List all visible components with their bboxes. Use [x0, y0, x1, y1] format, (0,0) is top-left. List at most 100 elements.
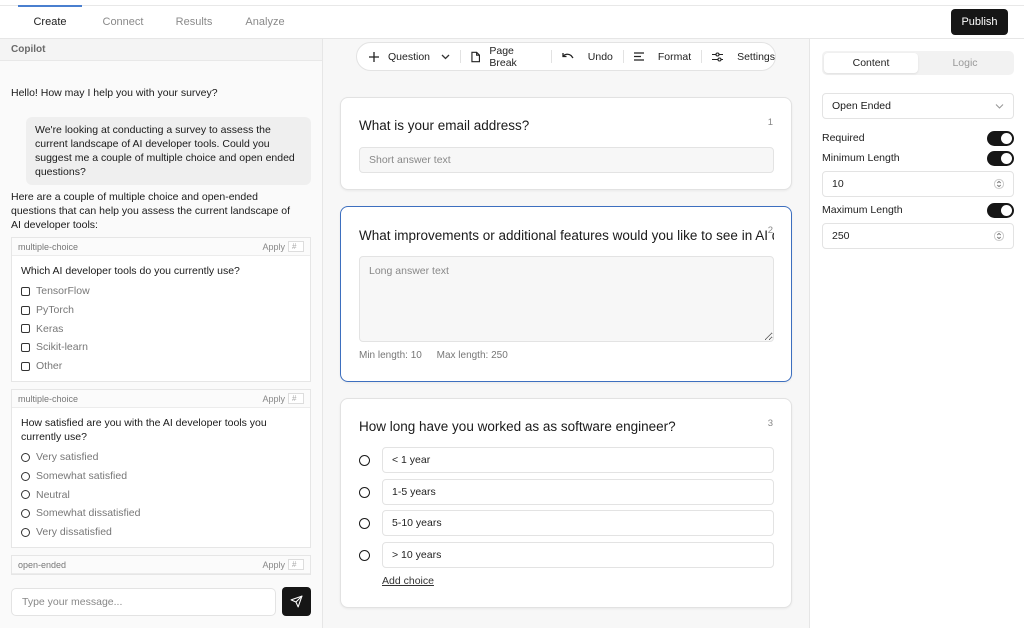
copilot-title: Copilot	[0, 39, 322, 61]
add-choice-link[interactable]: Add choice	[382, 575, 434, 587]
tab-results[interactable]: Results	[160, 6, 228, 39]
format-button[interactable]: Format	[633, 43, 692, 70]
choice-input[interactable]	[382, 447, 774, 473]
checkbox-icon	[21, 361, 30, 371]
chevron-down-icon	[995, 104, 1004, 109]
required-toggle[interactable]	[987, 131, 1014, 146]
question-title[interactable]: How long have you worked as as software …	[359, 419, 676, 434]
undo-button[interactable]: Undo	[562, 43, 613, 70]
divider	[550, 50, 552, 63]
question-title[interactable]: What improvements or additional features…	[359, 228, 774, 243]
suggestion-question: How satisfied are you with the AI develo…	[21, 417, 267, 443]
suggestion-question: Which AI developer tools do you currentl…	[21, 265, 240, 277]
max-length-label: Maximum Length	[822, 204, 903, 216]
radio-icon	[21, 452, 30, 462]
option-label: Scikit-learn	[36, 341, 88, 354]
radio-icon[interactable]	[359, 549, 370, 561]
sliders-icon	[712, 51, 724, 62]
survey-canvas: Question Page Break Undo Format Settings…	[323, 39, 809, 628]
settings-button[interactable]: Settings	[712, 43, 775, 70]
bot-greeting: Hello! How may I help you with your surv…	[11, 87, 218, 99]
radio-icon[interactable]	[359, 486, 370, 498]
chevron-down-icon	[441, 54, 450, 59]
choice-input[interactable]	[382, 542, 774, 568]
bot-reply: Here are a couple of multiple choice and…	[11, 191, 291, 231]
choice-row	[359, 447, 774, 473]
choice-row	[359, 542, 774, 568]
max-length-toggle[interactable]	[987, 203, 1014, 218]
tab-logic[interactable]: Logic	[918, 53, 1012, 73]
choice-input[interactable]	[382, 479, 774, 505]
suggestion-option: Neutral	[21, 485, 301, 504]
stepper-icon[interactable]	[994, 178, 1004, 190]
question-card[interactable]: How long have you worked as as software …	[340, 398, 792, 608]
max-length-input[interactable]	[822, 223, 1014, 249]
radio-icon[interactable]	[359, 454, 370, 466]
apply-button[interactable]: Apply	[262, 394, 285, 404]
required-label: Required	[822, 132, 865, 144]
chat-history[interactable]: Hello! How may I help you with your surv…	[0, 62, 322, 576]
tab-create[interactable]: Create	[18, 5, 82, 39]
divider	[701, 50, 703, 63]
question-number: 1	[767, 117, 773, 128]
apply-button[interactable]: Apply	[262, 560, 285, 570]
message-input[interactable]	[11, 588, 276, 616]
radio-icon	[21, 490, 30, 500]
send-icon	[290, 595, 303, 608]
question-title[interactable]: What is your email address?	[359, 118, 529, 133]
short-answer-input[interactable]	[359, 147, 774, 173]
length-limits: Min length: 10 Max length: 250	[359, 350, 520, 361]
radio-icon[interactable]	[359, 517, 370, 529]
question-type-select[interactable]: Open Ended	[822, 93, 1014, 119]
choice-input[interactable]	[382, 510, 774, 536]
divider	[622, 50, 624, 63]
question-card-selected[interactable]: What improvements or additional features…	[340, 206, 792, 382]
suggestion-type: open-ended	[18, 559, 67, 570]
stepper-icon[interactable]	[994, 230, 1004, 242]
min-length-toggle[interactable]	[987, 151, 1014, 166]
tab-analyze[interactable]: Analyze	[229, 6, 301, 39]
long-answer-input[interactable]	[359, 256, 774, 342]
suggestion-option: PyTorch	[21, 301, 301, 320]
min-length-label: Minimum Length	[822, 152, 900, 164]
tab-content[interactable]: Content	[824, 53, 918, 73]
min-length-input[interactable]	[822, 171, 1014, 197]
choice-row	[359, 479, 774, 505]
radio-icon	[21, 508, 30, 518]
question-card[interactable]: What is your email address? 1	[340, 97, 792, 190]
page-break-button[interactable]: Page Break	[471, 43, 541, 70]
format-label: Format	[657, 50, 692, 63]
add-question-button[interactable]: Question	[369, 43, 450, 70]
option-label: Very satisfied	[36, 451, 99, 464]
question-number: 3	[767, 418, 773, 429]
option-label: Somewhat satisfied	[36, 470, 128, 483]
page-break-label: Page Break	[489, 44, 517, 69]
choice-row	[359, 510, 774, 536]
align-left-icon	[633, 52, 644, 61]
undo-label: Undo	[587, 50, 613, 63]
max-length-label: Max length: 250	[436, 350, 508, 361]
message-composer	[0, 576, 322, 628]
tab-connect[interactable]: Connect	[87, 6, 159, 39]
apply-button[interactable]: Apply	[262, 242, 285, 252]
suggestion-card: multiple-choice Apply # Which AI develop…	[11, 237, 311, 383]
send-button[interactable]	[282, 587, 311, 616]
settings-label: Settings	[737, 50, 776, 63]
suggestion-header: multiple-choice Apply #	[12, 390, 310, 408]
suggestion-type: multiple-choice	[18, 393, 79, 404]
position-input[interactable]: #	[288, 241, 304, 252]
suggestion-option: Very satisfied	[21, 448, 301, 467]
suggestion-header: open-ended Apply #	[12, 556, 310, 574]
position-input[interactable]: #	[288, 393, 304, 404]
suggestion-option: Scikit-learn	[21, 338, 301, 357]
option-label: TensorFlow	[36, 285, 90, 298]
position-input[interactable]: #	[288, 559, 304, 570]
suggestion-type: multiple-choice	[18, 241, 79, 252]
suggestion-option: Somewhat dissatisfied	[21, 504, 301, 523]
checkbox-icon	[21, 324, 30, 334]
builder-toolbar: Question Page Break Undo Format Settings	[356, 42, 776, 71]
question-label: Question	[388, 50, 431, 63]
checkbox-icon	[21, 305, 30, 315]
suggestion-card: multiple-choice Apply # How satisfied ar…	[11, 389, 311, 549]
publish-button[interactable]: Publish	[951, 9, 1008, 35]
